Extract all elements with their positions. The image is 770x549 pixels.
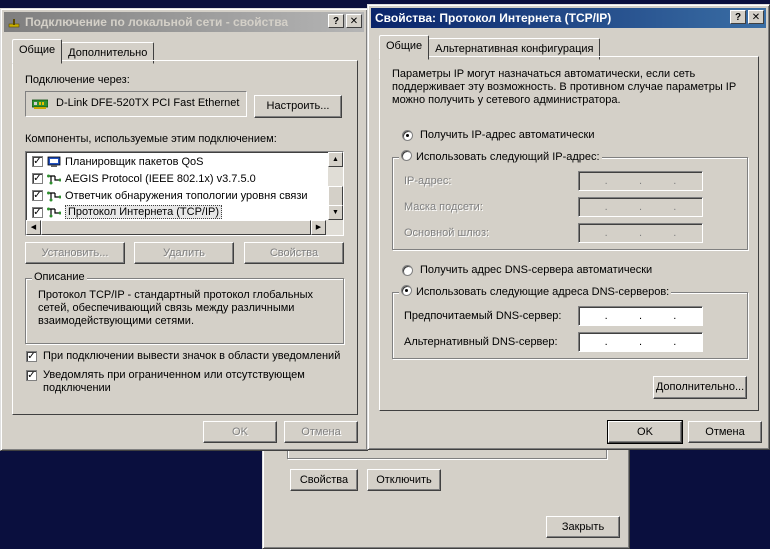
description-groupbox: Описание Протокол TCP/IP - стандартный п… bbox=[25, 271, 344, 344]
lan-window-title: Подключение по локальной сети - свойства bbox=[25, 15, 289, 29]
network-protocol-icon bbox=[47, 190, 62, 202]
notify-checkbox[interactable]: ✓ bbox=[26, 370, 37, 381]
description-text: Протокол TCP/IP - стандартный протокол г… bbox=[38, 289, 313, 327]
component-label: Протокол Интернета (TCP/IP) bbox=[65, 205, 223, 219]
list-item[interactable]: ✓ Ответчик обнаружения топологии уровня … bbox=[28, 187, 327, 204]
manual-dns-label[interactable]: Использовать следующие адреса DNS-сервер… bbox=[416, 286, 669, 298]
alternate-dns-label: Альтернативный DNS-сервер: bbox=[404, 336, 558, 348]
lan-help-button[interactable]: ? bbox=[328, 14, 344, 28]
properties-button[interactable]: Свойства bbox=[244, 242, 344, 264]
default-gateway-label: Основной шлюз: bbox=[404, 227, 490, 239]
components-vscroll[interactable]: ▲ ▼ bbox=[328, 152, 343, 220]
components-list[interactable]: ✓ Планировщик пакетов QoS ✓ AEGIS Protoc… bbox=[25, 151, 344, 236]
list-item-selected[interactable]: ✓ Протокол Интернета (TCP/IP) bbox=[28, 204, 327, 220]
tcpip-ok-button[interactable]: OK bbox=[607, 420, 683, 444]
auto-ip-label[interactable]: Получить IP-адрес автоматически bbox=[420, 129, 594, 141]
tcpip-titlebar[interactable]: Свойства: Протокол Интернета (TCP/IP) ? … bbox=[371, 8, 766, 28]
tcpip-cancel-button[interactable]: Отмена bbox=[688, 421, 762, 443]
default-gateway-field[interactable]: ... bbox=[578, 223, 703, 243]
lan-tab-general[interactable]: Общие bbox=[12, 39, 63, 64]
component-label: Планировщик пакетов QoS bbox=[65, 155, 204, 168]
tcpip-properties-window: Свойства: Протокол Интернета (TCP/IP) ? … bbox=[367, 4, 770, 450]
manual-dns-title: Использовать следующие адреса DNS-сервер… bbox=[399, 285, 672, 298]
list-item[interactable]: ✓ AEGIS Protocol (IEEE 802.1x) v3.7.5.0 bbox=[28, 170, 327, 187]
show-icon-checkbox[interactable]: ✓ bbox=[26, 351, 37, 362]
auto-dns-radio[interactable] bbox=[402, 265, 413, 276]
component-checkbox[interactable]: ✓ bbox=[32, 156, 43, 167]
qos-scheduler-icon bbox=[47, 156, 61, 168]
tcpip-help-button[interactable]: ? bbox=[730, 10, 746, 24]
lan-titlebar[interactable]: Подключение по локальной сети - свойства… bbox=[4, 12, 364, 32]
scroll-left-icon[interactable]: ◀ bbox=[26, 220, 41, 235]
tcpip-window-title: Свойства: Протокол Интернета (TCP/IP) bbox=[375, 11, 612, 25]
manual-ip-title: Использовать следующий IP-адрес: bbox=[399, 150, 602, 163]
adapter-name: D-Link DFE-520TX PCI Fast Ethernet bbox=[56, 97, 240, 109]
status-disable-button[interactable]: Отключить bbox=[367, 469, 441, 491]
preferred-dns-field[interactable]: ... bbox=[578, 306, 703, 326]
manual-ip-label[interactable]: Использовать следующий IP-адрес: bbox=[416, 151, 600, 163]
tcpip-tab-general[interactable]: Общие bbox=[379, 35, 430, 60]
description-title: Описание bbox=[32, 271, 87, 283]
connect-using-label: Подключение через: bbox=[25, 74, 130, 86]
configure-button[interactable]: Настроить... bbox=[254, 95, 342, 118]
lan-properties-window: Подключение по локальной сети - свойства… bbox=[0, 8, 368, 451]
alternate-dns-field[interactable]: ... bbox=[578, 332, 703, 352]
uninstall-button[interactable]: Удалить bbox=[134, 242, 234, 264]
lan-cancel-button[interactable]: Отмена bbox=[284, 421, 358, 443]
auto-ip-radio[interactable] bbox=[402, 130, 413, 141]
notify-label[interactable]: Уведомлять при ограниченном или отсутств… bbox=[43, 369, 323, 395]
list-item[interactable]: ✓ Планировщик пакетов QoS bbox=[28, 153, 327, 170]
components-label: Компоненты, используемые этим подключени… bbox=[25, 133, 277, 145]
install-button[interactable]: Установить... bbox=[25, 242, 125, 264]
components-hscroll[interactable]: ◀ ▶ bbox=[26, 220, 343, 235]
scroll-up-icon[interactable]: ▲ bbox=[328, 152, 343, 167]
adapter-box: D-Link DFE-520TX PCI Fast Ethernet bbox=[25, 91, 247, 117]
hscroll-thumb[interactable] bbox=[41, 220, 311, 235]
manual-ip-radio[interactable] bbox=[401, 150, 412, 161]
tcpip-intro-text: Параметры IP могут назначаться автоматич… bbox=[392, 68, 736, 106]
advanced-button[interactable]: Дополнительно... bbox=[653, 376, 747, 399]
ip-address-label: IP-адрес: bbox=[404, 175, 452, 187]
tcpip-close-button[interactable]: ✕ bbox=[748, 10, 764, 24]
scroll-right-icon[interactable]: ▶ bbox=[311, 220, 326, 235]
component-checkbox[interactable]: ✓ bbox=[32, 206, 43, 218]
status-close-button[interactable]: Закрыть bbox=[546, 516, 620, 538]
network-protocol-icon bbox=[47, 206, 62, 218]
manual-dns-radio[interactable] bbox=[401, 285, 412, 296]
subnet-mask-field[interactable]: ... bbox=[578, 197, 703, 217]
lan-close-button[interactable]: ✕ bbox=[346, 14, 362, 28]
status-properties-button[interactable]: Свойства bbox=[290, 469, 358, 491]
connection-status-window: Свойства Отключить Закрыть bbox=[262, 446, 630, 549]
network-connection-icon bbox=[8, 17, 20, 28]
subnet-mask-label: Маска подсети: bbox=[404, 201, 483, 213]
component-checkbox[interactable]: ✓ bbox=[32, 190, 43, 201]
auto-dns-label[interactable]: Получить адрес DNS-сервера автоматически bbox=[420, 264, 652, 276]
scroll-thumb[interactable] bbox=[328, 186, 343, 206]
lan-ok-button[interactable]: OK bbox=[203, 421, 277, 443]
component-label: AEGIS Protocol (IEEE 802.1x) v3.7.5.0 bbox=[65, 172, 256, 185]
close-icon: ✕ bbox=[349, 16, 359, 27]
network-protocol-icon bbox=[47, 173, 62, 185]
network-adapter-icon bbox=[31, 99, 49, 112]
show-icon-label[interactable]: При подключении вывести значок в области… bbox=[43, 350, 340, 362]
ip-address-field[interactable]: ... bbox=[578, 171, 703, 191]
scroll-down-icon[interactable]: ▼ bbox=[328, 205, 343, 220]
close-icon: ✕ bbox=[751, 12, 761, 23]
component-label: Ответчик обнаружения топологии уровня св… bbox=[65, 189, 308, 202]
preferred-dns-label: Предпочитаемый DNS-сервер: bbox=[404, 310, 562, 322]
component-checkbox[interactable]: ✓ bbox=[32, 173, 43, 184]
